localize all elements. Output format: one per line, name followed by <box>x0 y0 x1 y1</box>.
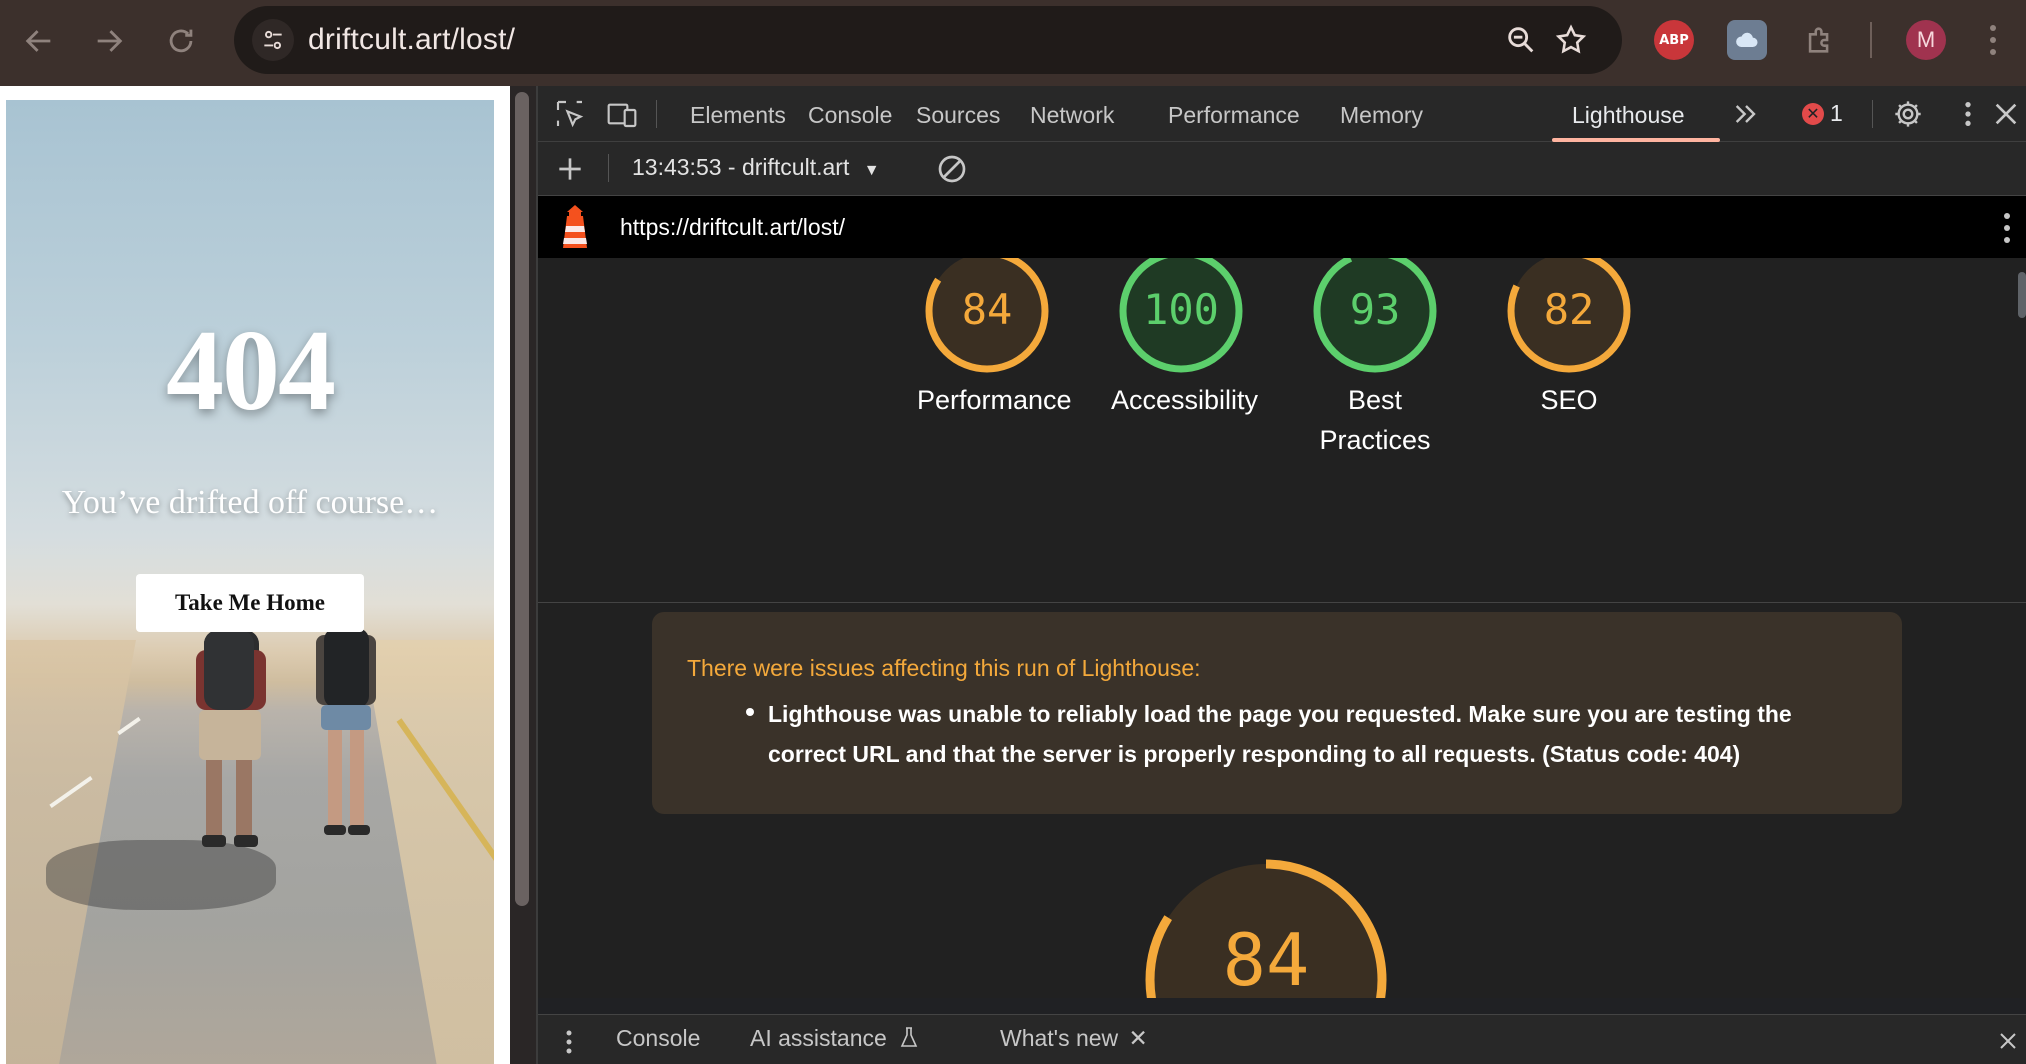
svg-text:82: 82 <box>1544 285 1595 334</box>
warning-item: Lighthouse was unable to reliably load t… <box>768 701 1792 767</box>
gauge-ring: 84 <box>925 258 1049 373</box>
close-devtools-icon[interactable] <box>1990 98 2022 130</box>
gauge-accessibility[interactable]: 100 Accessibility <box>1111 258 1259 420</box>
drawer-tab-whats-new[interactable]: What's new ✕ <box>1000 1025 1148 1052</box>
gauge-label: Best Practices <box>1319 385 1431 455</box>
svg-text:100: 100 <box>1143 285 1219 334</box>
devtools-panel: Elements Console Sources Network Perform… <box>536 86 2026 1064</box>
profile-initial: M <box>1916 27 1936 52</box>
dropdown-caret-icon: ▼ <box>863 162 880 179</box>
run-warnings-box: There were issues affecting this run of … <box>652 612 1902 814</box>
reload-button[interactable] <box>158 18 204 64</box>
lighthouse-toolbar: 13:43:53 - driftcult.art ▼ <box>538 142 2026 196</box>
back-arrow-icon <box>25 30 51 52</box>
tab-performance[interactable]: Performance <box>1168 102 1300 129</box>
svg-text:84: 84 <box>962 285 1013 334</box>
cloud-icon <box>1736 32 1758 47</box>
browser-toolbar: driftcult.art/lost/ ABP M <box>0 0 2026 86</box>
tab-network[interactable]: Network <box>1030 102 1114 129</box>
profile-avatar[interactable]: M <box>1906 20 1946 60</box>
hiker-left <box>196 630 266 847</box>
report-scrollbar-thumb[interactable] <box>2018 272 2026 318</box>
page-scrollbar-thumb[interactable] <box>515 92 529 906</box>
zoom-icon[interactable] <box>1504 23 1538 57</box>
cloud-extension-icon[interactable] <box>1727 20 1767 60</box>
bookmark-star-icon[interactable] <box>1554 23 1588 57</box>
gauge-seo[interactable]: 82 SEO <box>1499 258 1639 420</box>
adblock-label: ABP <box>1659 32 1689 48</box>
devtools-tab-bar: Elements Console Sources Network Perform… <box>538 86 2026 142</box>
bullet <box>746 708 754 716</box>
devtools-drawer: Console AI assistance What's new ✕ <box>538 1014 2026 1064</box>
puzzle-icon <box>1808 27 1829 53</box>
site-info-button[interactable] <box>252 19 294 61</box>
gauge-best-practices[interactable]: 93 Best Practices <box>1305 258 1445 460</box>
page-viewport: 404 You’ve drifted off course… Take Me H… <box>0 86 510 1064</box>
whats-new-label: What's new <box>1000 1025 1119 1051</box>
settings-gear-icon[interactable] <box>1892 98 1924 130</box>
drawer-tab-ai-assistance[interactable]: AI assistance <box>750 1025 919 1052</box>
error-x-icon: ✕ <box>1802 102 1824 125</box>
gauge-label: Performance <box>917 385 1072 415</box>
gauge-ring: 82 <box>1507 258 1631 373</box>
browser-menu-icon[interactable] <box>1986 20 2000 60</box>
svg-text:93: 93 <box>1350 285 1401 334</box>
warnings-title: There were issues affecting this run of … <box>687 655 1201 681</box>
extensions-puzzle-icon[interactable] <box>1800 20 1840 60</box>
drawer-menu-icon[interactable] <box>564 1029 574 1055</box>
tab-console[interactable]: Console <box>808 102 892 129</box>
performance-big-score: 84 <box>1222 918 1310 998</box>
report-select[interactable]: 13:43:53 - driftcult.art ▼ <box>632 154 880 181</box>
tab-lighthouse[interactable]: Lighthouse <box>1572 102 1685 129</box>
new-report-plus-icon[interactable] <box>554 153 586 185</box>
close-tab-icon[interactable]: ✕ <box>1129 1025 1148 1051</box>
tab-separator <box>1872 100 1873 128</box>
report-select-label: 13:43:53 - driftcult.art <box>632 154 850 180</box>
lighthouse-url-bar: https://driftcult.art/lost/ <box>538 196 2026 258</box>
take-me-home-button[interactable]: Take Me Home <box>136 574 364 632</box>
gauge-ring: 93 <box>1313 258 1437 373</box>
error-counter[interactable]: ✕ 1 <box>1802 100 1843 127</box>
toolbar-divider <box>1870 22 1872 58</box>
section-divider <box>538 602 2026 603</box>
tune-icon <box>264 30 282 50</box>
tab-memory[interactable]: Memory <box>1340 102 1423 129</box>
hiker-right <box>316 628 376 835</box>
report-menu-icon[interactable] <box>2000 210 2014 246</box>
gauge-ring: 100 <box>1119 258 1243 373</box>
drawer-tab-console[interactable]: Console <box>616 1025 700 1052</box>
forward-button[interactable] <box>86 18 132 64</box>
reload-icon <box>169 29 193 53</box>
forward-arrow-icon <box>97 30 123 52</box>
device-toolbar-icon[interactable] <box>606 98 638 130</box>
address-bar[interactable]: driftcult.art/lost/ <box>234 6 1622 74</box>
ai-assistance-label: AI assistance <box>750 1025 887 1051</box>
error-count: 1 <box>1830 100 1843 126</box>
error-code-heading: 404 <box>166 307 336 435</box>
clear-reports-icon[interactable] <box>936 153 968 185</box>
adblock-extension-icon[interactable]: ABP <box>1654 20 1694 60</box>
more-tabs-chevron-icon[interactable] <box>1730 98 1762 130</box>
tab-separator <box>656 100 657 128</box>
inspect-element-icon[interactable] <box>554 98 586 130</box>
flask-icon <box>900 1027 918 1047</box>
toolbar-separator <box>608 154 609 182</box>
back-button[interactable] <box>16 18 62 64</box>
gauge-label: SEO <box>1540 385 1598 415</box>
gauge-performance[interactable]: 84 Performance <box>917 258 1072 420</box>
lighthouse-logo-icon <box>563 205 587 248</box>
close-drawer-icon[interactable] <box>1996 1029 2020 1053</box>
gauge-label: Accessibility <box>1111 385 1259 415</box>
error-message: You’ve drifted off course… <box>61 484 439 521</box>
url-text[interactable]: driftcult.art/lost/ <box>308 23 515 57</box>
lighthouse-report: 84 Performance 100 Accessibility 93 Best… <box>538 258 2026 998</box>
hero-image: 404 You’ve drifted off course… Take Me H… <box>6 100 494 1064</box>
tab-elements[interactable]: Elements <box>690 102 786 129</box>
lighthouse-url[interactable]: https://driftcult.art/lost/ <box>620 214 845 241</box>
tab-sources[interactable]: Sources <box>916 102 1000 129</box>
devtools-menu-icon[interactable] <box>1952 98 1984 130</box>
